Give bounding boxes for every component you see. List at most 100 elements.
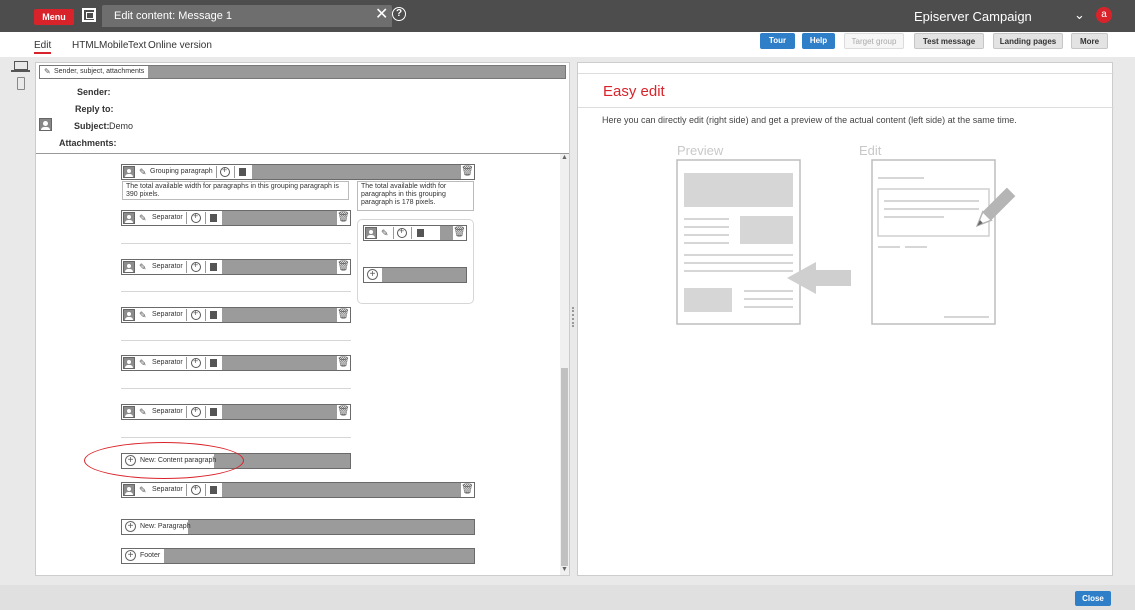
user-icon[interactable] [123, 261, 135, 273]
panel-splitter[interactable] [570, 62, 576, 576]
pencil-icon[interactable]: ✎ [139, 308, 147, 322]
tour-button[interactable]: Tour [760, 33, 795, 49]
pencil-icon[interactable]: ✎ [139, 211, 147, 225]
pencil-icon[interactable]: ✎ [139, 260, 147, 274]
pencil-icon[interactable]: ✎ [139, 356, 147, 370]
sender-label: Sender: [77, 87, 111, 97]
user-icon[interactable] [123, 484, 135, 496]
crosshair-icon[interactable] [191, 308, 201, 320]
splitter-grip-icon[interactable] [572, 307, 574, 327]
target-group-button[interactable]: Target group [844, 33, 904, 49]
separator-label: Separator [152, 359, 183, 366]
right-column-paragraph-bar[interactable]: ✎ 🗑 [363, 225, 467, 241]
edit-document-icon [871, 159, 996, 325]
crosshair-icon[interactable] [191, 405, 201, 417]
scrollbar-thumb[interactable] [561, 368, 568, 566]
close-button[interactable]: Close [1075, 591, 1111, 606]
menu-button[interactable]: Menu [34, 9, 74, 25]
copy-icon[interactable] [210, 486, 217, 494]
pencil-icon[interactable]: ✎ [44, 68, 51, 76]
pencil-icon[interactable]: ✎ [139, 165, 147, 179]
top-bar: Menu Edit content: Message 1 ✕ ? Episerv… [0, 0, 1135, 32]
pencil-icon[interactable]: ✎ [381, 226, 389, 240]
separator-bar[interactable]: ✎ Separator 🗑 [121, 482, 475, 498]
desktop-view-icon[interactable] [11, 61, 30, 72]
sender-subject-bar-label: ✎ Sender, subject, attachments [40, 66, 149, 78]
crosshair-icon[interactable] [191, 260, 201, 272]
sender-subject-bar[interactable]: ✎ Sender, subject, attachments [39, 65, 566, 79]
tab-text[interactable]: Text [128, 40, 146, 51]
copy-icon[interactable] [210, 408, 217, 416]
tab-online-version[interactable]: Online version [148, 40, 212, 51]
test-message-button[interactable]: Test message [914, 33, 984, 49]
scroll-down-icon[interactable]: ▼ [561, 566, 568, 573]
grouping-paragraph-bar[interactable]: ✎ Grouping paragraph 🗑 [121, 164, 475, 180]
trash-icon[interactable]: 🗑 [461, 483, 474, 497]
add-icon[interactable]: + [125, 550, 136, 561]
crosshair-icon[interactable] [191, 483, 201, 495]
separator-bar[interactable]: ✎ Separator 🗑 [121, 404, 351, 420]
window-icon[interactable] [82, 8, 96, 22]
more-button[interactable]: More [1071, 33, 1108, 49]
new-paragraph-bar[interactable]: + New: Paragraph [121, 519, 475, 535]
tab-mobile[interactable]: Mobile [99, 40, 128, 51]
crosshair-icon[interactable] [191, 211, 201, 223]
copy-icon[interactable] [210, 214, 217, 222]
mobile-view-icon[interactable] [17, 77, 25, 90]
tab-edit[interactable]: Edit [34, 40, 52, 54]
copy-icon[interactable] [210, 359, 217, 367]
crosshair-icon[interactable] [191, 356, 201, 368]
separator-bar[interactable]: ✎ Separator 🗑 [121, 355, 351, 371]
help-button[interactable]: Help [802, 33, 835, 49]
vertical-scrollbar[interactable]: ▲ ▼ [560, 154, 569, 575]
user-icon[interactable] [123, 309, 135, 321]
trash-icon[interactable]: 🗑 [337, 405, 350, 419]
trash-icon[interactable]: 🗑 [337, 308, 350, 322]
user-icon[interactable] [365, 227, 377, 239]
add-icon[interactable]: + [367, 269, 378, 280]
landing-pages-button[interactable]: Landing pages [993, 33, 1063, 49]
right-column-add-bar[interactable]: + [363, 267, 467, 283]
panel-top-line [578, 73, 1114, 74]
crosshair-icon[interactable] [397, 226, 407, 238]
tab-title: Edit content: Message 1 [114, 10, 233, 22]
user-icon[interactable] [123, 212, 135, 224]
separator-line [121, 291, 351, 292]
user-icon[interactable] [123, 357, 135, 369]
scroll-up-icon[interactable]: ▲ [561, 154, 568, 161]
user-icon[interactable] [39, 118, 52, 131]
pencil-icon[interactable]: ✎ [139, 405, 147, 419]
separator-bar[interactable]: ✎ Separator 🗑 [121, 210, 351, 226]
user-icon[interactable] [123, 166, 135, 178]
trash-icon[interactable]: 🗑 [337, 356, 350, 370]
bottom-bar [0, 585, 1135, 610]
close-icon[interactable]: ✕ [375, 5, 388, 25]
chevron-down-icon[interactable]: ⌄ [1074, 7, 1085, 23]
trash-icon[interactable]: 🗑 [337, 260, 350, 274]
avatar[interactable]: a [1096, 7, 1112, 23]
crosshair-icon[interactable] [220, 165, 230, 177]
section-divider [36, 153, 569, 154]
attachments-label: Attachments: [59, 138, 117, 148]
pencil-icon[interactable]: ✎ [139, 483, 147, 497]
separator-label: Separator [152, 214, 183, 221]
copy-icon[interactable] [417, 229, 424, 237]
help-icon[interactable]: ? [392, 7, 406, 21]
trash-icon[interactable]: 🗑 [453, 226, 466, 240]
footer-bar[interactable]: + Footer [121, 548, 475, 564]
copy-icon[interactable] [239, 168, 246, 176]
tab-edit-content[interactable]: Edit content: Message 1 [102, 5, 392, 27]
separator-label: Separator [152, 311, 183, 318]
separator-bar[interactable]: ✎ Separator 🗑 [121, 259, 351, 275]
easy-edit-title: Easy edit [603, 83, 665, 100]
copy-icon[interactable] [210, 311, 217, 319]
user-icon[interactable] [123, 406, 135, 418]
easy-edit-description: Here you can directly edit (right side) … [602, 115, 1017, 125]
separator-bar[interactable]: ✎ Separator 🗑 [121, 307, 351, 323]
reply-to-label: Reply to: [75, 104, 114, 114]
copy-icon[interactable] [210, 263, 217, 271]
tab-html[interactable]: HTML [72, 40, 99, 51]
trash-icon[interactable]: 🗑 [337, 211, 350, 225]
trash-icon[interactable]: 🗑 [461, 165, 474, 179]
add-icon[interactable]: + [125, 521, 136, 532]
